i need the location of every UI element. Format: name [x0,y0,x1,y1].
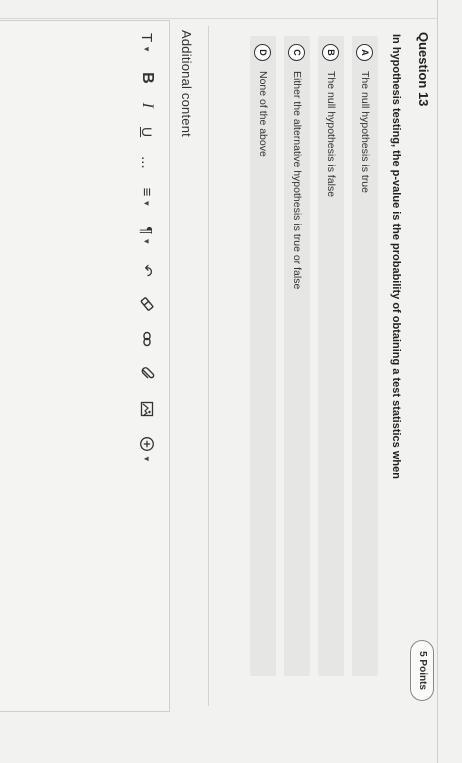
option-b[interactable]: B The null hypothesis is false [318,36,344,676]
italic-icon: I [139,102,156,108]
points-badge: 5 Points [410,640,434,701]
chevron-down-icon: ▼ [142,199,152,208]
text-style-icon: T [138,33,156,43]
rotated-page: Question 13 5 Points In hypothesis testi… [0,0,462,763]
option-label: The null hypothesis is true [359,71,371,193]
option-letter: D [254,44,272,61]
attachment-button[interactable] [139,366,155,382]
option-a[interactable]: A The null hypothesis is true [352,36,378,676]
question-text: In hypothesis testing, the p-value is th… [390,34,402,479]
more-button[interactable]: ... [139,156,156,169]
paragraph-dropdown[interactable]: ¶ ▼ [139,226,156,245]
text-style-dropdown[interactable]: T ▼ [139,33,156,53]
insert-dropdown[interactable]: ▼ [139,436,155,463]
link-icon [143,331,151,347]
image-button[interactable] [139,401,155,417]
eraser-icon [140,297,154,311]
additional-content-label: Additional content [179,30,194,137]
option-c[interactable]: C Either the alternative hypothesis is t… [284,36,310,676]
undo-icon: ↶ [138,264,155,277]
option-label: The null hypothesis is false [325,71,337,198]
underline-button[interactable]: U [139,127,155,137]
top-divider [437,0,438,763]
chevron-down-icon: ▼ [142,237,152,246]
image-icon [140,401,154,417]
list-icon: ≡ [138,187,156,197]
option-letter: C [288,44,306,61]
italic-button[interactable]: I [138,103,156,108]
editor-toolbar: T ▼ B I U ... ≡ ▼ ¶ ▼ ↶ ▼ [133,33,161,482]
additional-content-editor[interactable]: T ▼ B I U ... ≡ ▼ ¶ ▼ ↶ ▼ [0,20,170,712]
option-d[interactable]: D None of the above [250,36,276,676]
bold-button[interactable]: B [138,72,156,84]
undo-button[interactable]: ↶ [138,264,156,277]
option-label: Either the alternative hypothesis is tru… [291,71,303,290]
section-divider [208,26,209,706]
underline-icon: U [139,126,155,138]
left-divider [0,18,438,19]
attachment-icon [141,367,155,379]
link-button[interactable] [139,331,155,347]
question-title: Question 13 [416,32,431,107]
option-letter: A [356,44,374,61]
chevron-down-icon: ▼ [142,45,152,54]
option-letter: B [322,44,340,61]
option-label: None of the above [257,71,269,157]
more-icon: ... [138,156,156,169]
chevron-down-icon: ▼ [142,454,152,463]
bold-icon: B [139,72,156,84]
eraser-button[interactable] [139,296,155,312]
paragraph-icon: ¶ [138,226,156,235]
insert-add-icon [140,436,154,451]
list-dropdown[interactable]: ≡ ▼ [139,188,156,208]
